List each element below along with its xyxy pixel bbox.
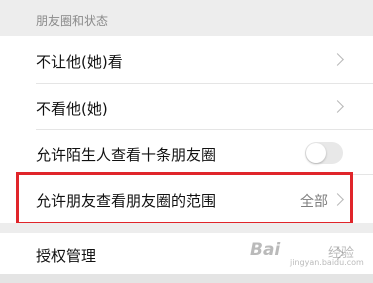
section-header: 朋友圈和状态 (0, 0, 373, 36)
row-label: 不让他(她)看 (36, 53, 123, 71)
watermark: Bai 经验 jingyan.baidu.com (226, 239, 373, 267)
row-label: 授权管理 (36, 247, 97, 265)
watermark-brand: Bai (250, 240, 281, 260)
settings-row-dont-see[interactable]: 不看他(她) (0, 84, 373, 130)
toggle-knob (306, 143, 326, 163)
settings-row-stranger-ten-posts: 允许陌生人查看十条朋友圈 (0, 130, 373, 175)
settings-row-moments-range[interactable]: 允许朋友查看朋友圈的范围 全部 (0, 175, 373, 223)
row-label: 允许朋友查看朋友圈的范围 (36, 192, 217, 210)
stranger-view-toggle[interactable] (305, 142, 343, 164)
watermark-url: jingyan.baidu.com (290, 258, 364, 267)
bottom-strip (0, 274, 373, 283)
section-gap (0, 223, 373, 233)
chevron-right-icon (331, 193, 344, 206)
chevron-right-icon (331, 53, 344, 66)
row-label: 不看他(她) (36, 100, 108, 118)
row-label: 允许陌生人查看十条朋友圈 (36, 146, 217, 164)
section-title: 朋友圈和状态 (36, 14, 109, 28)
row-value: 全部 (300, 194, 328, 210)
chevron-right-icon (331, 100, 344, 113)
settings-row-dont-let-see[interactable]: 不让他(她)看 (0, 36, 373, 84)
